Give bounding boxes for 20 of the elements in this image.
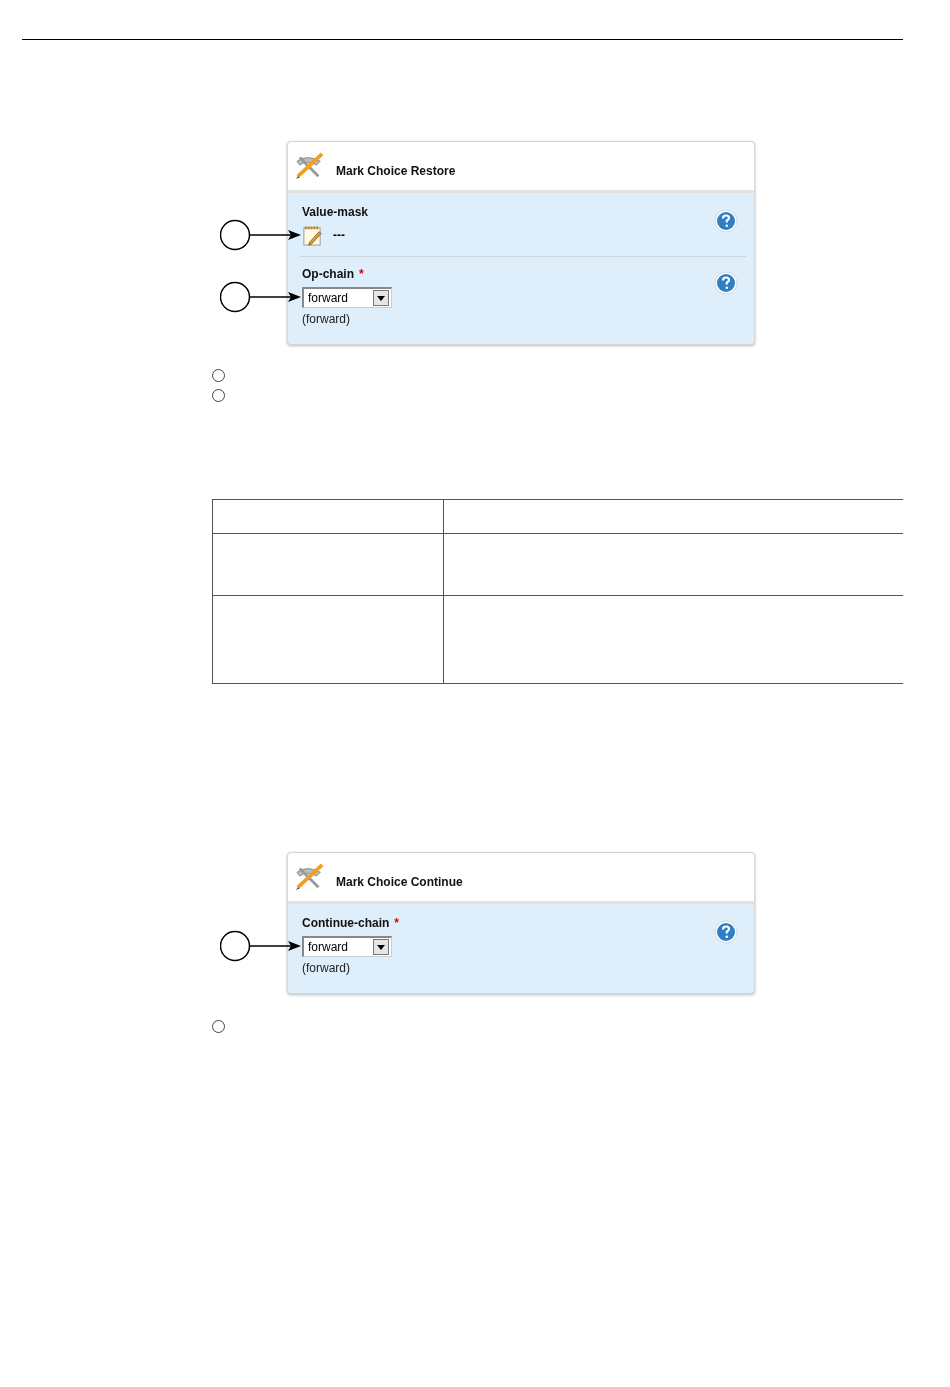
help-icon[interactable]: [714, 920, 738, 944]
dropdown[interactable]: forward: [302, 935, 392, 957]
panel-title: Mark Choice Restore: [336, 164, 456, 178]
field-label: Op-chain: [302, 267, 354, 281]
help-icon[interactable]: [714, 209, 738, 233]
protractor-pencil-icon: [294, 863, 326, 891]
field-value: ---: [333, 228, 345, 242]
help-icon[interactable]: [714, 271, 738, 295]
default-value: (forward): [302, 961, 351, 975]
dropdown[interactable]: forward: [302, 286, 392, 308]
panel-title: Mark Choice Continue: [336, 875, 463, 889]
required-mark: *: [359, 267, 364, 281]
notepad-pencil-icon[interactable]: [302, 224, 323, 246]
field-label: Continue-chain: [302, 916, 390, 930]
required-mark: *: [394, 916, 399, 930]
protractor-pencil-icon: [294, 152, 326, 180]
dropdown-caret-icon: [373, 938, 389, 955]
field-label: Value-mask: [302, 205, 369, 219]
dropdown-caret-icon: [373, 289, 389, 306]
default-value: (forward): [302, 312, 351, 326]
